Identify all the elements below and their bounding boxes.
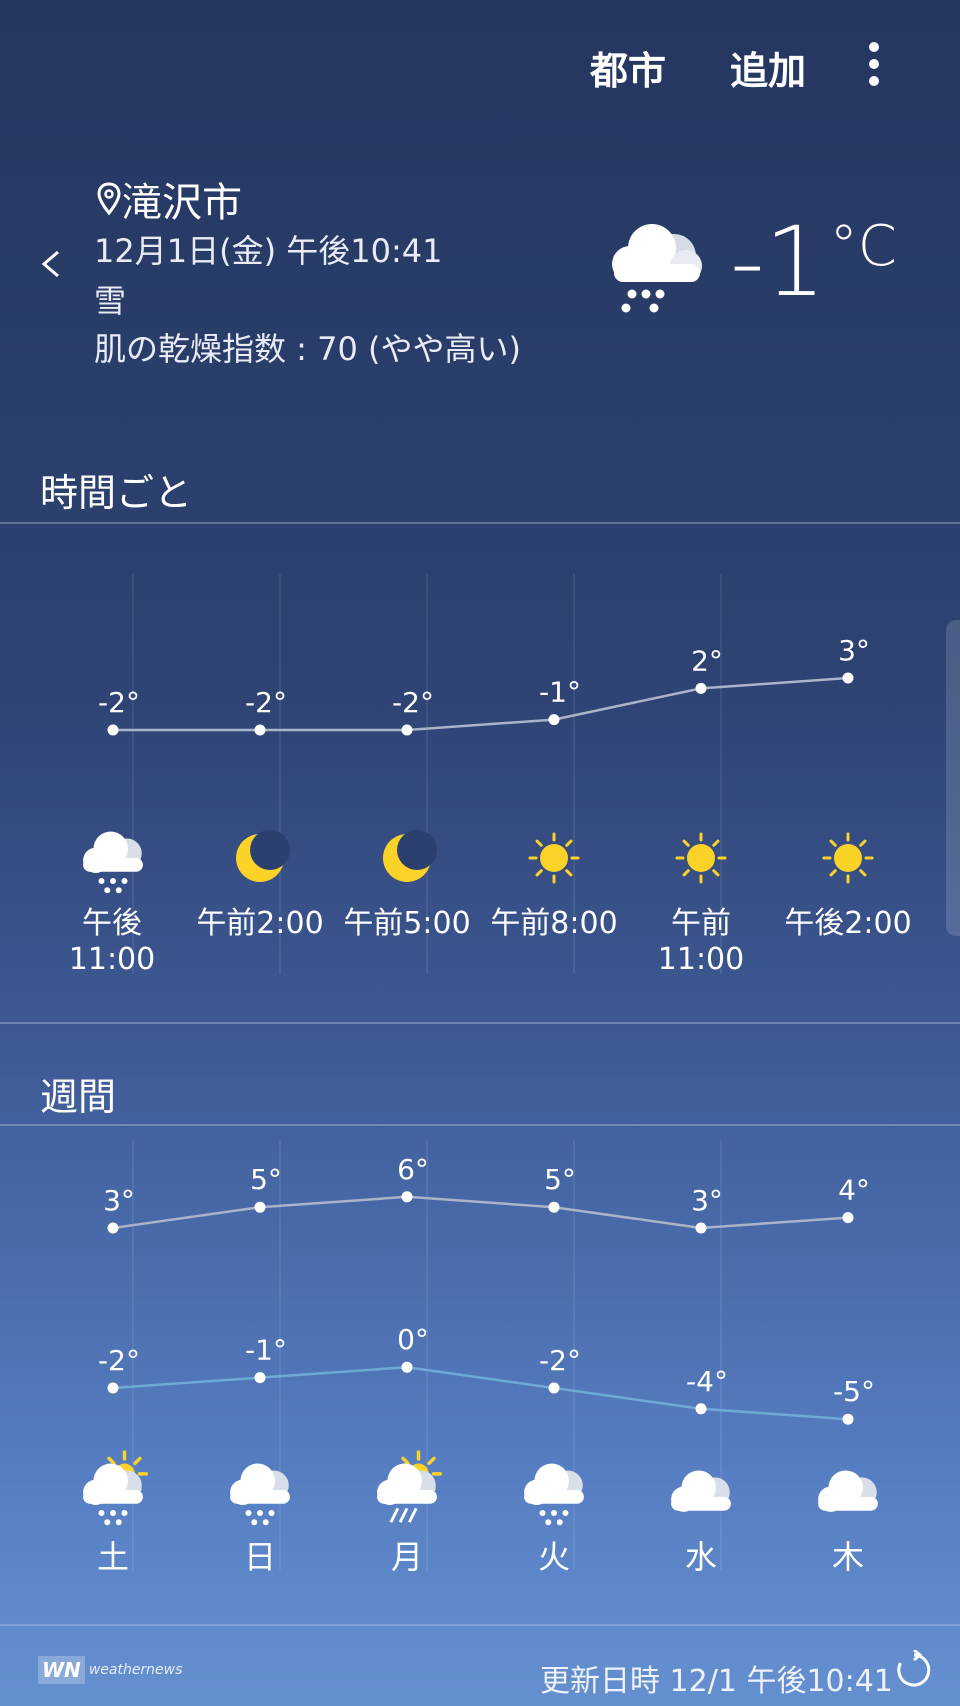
hourly-temp-label: -2° [392,686,434,719]
hourly-time-label: 午後2:00 [784,906,912,941]
weekly-low-label: -1° [245,1334,287,1367]
location-row: 滝沢市 [96,170,242,228]
hourly-time-label: 午前2:00 [196,906,324,941]
weekly-day-label: 月 [390,1538,423,1576]
moon-icon [236,830,290,882]
updated-time: 更新日時 12/1 午後10:41 [540,1664,893,1699]
hourly-temp-label: 3° [838,634,870,667]
weekly-low-point [695,1403,707,1415]
hourly-time-label: 午前8:00 [490,906,618,941]
hourly-temp-point [548,714,560,726]
hourly-bottom-divider [0,1022,960,1024]
weekly-low-point [548,1382,560,1394]
weekly-day-label: 水 [684,1538,717,1576]
current-temperature-value: -1 [730,206,826,318]
temperature-unit: °C [829,214,897,279]
weekly-high-line [112,1195,849,1230]
hourly-title: 時間ごと [40,471,193,515]
add-button[interactable]: 追加 [730,40,806,95]
current-condition: 雪 [94,282,127,320]
hourly-temp-point [842,672,854,684]
weekly-low-point [254,1372,266,1384]
logo-brand: weathernews [88,1662,183,1678]
hourly-time-label: 午前11:00 [657,906,745,977]
weekly-high-point [842,1212,854,1224]
current-datetime: 12月1日(金) 午後10:41 [94,232,443,270]
hourly-temp-label: -1° [539,676,581,709]
hourly-temp-point [107,724,119,736]
footer: WN weathernews 更新日時 12/1 午後10:41 [0,1626,960,1706]
weekly-high-label: 5° [250,1163,282,1196]
current-temperature: -1°C [730,206,897,318]
weekly-high-label: 3° [103,1184,135,1217]
hourly-temp-line [113,676,849,732]
moon-icon [383,830,437,882]
cloud-icon [818,1470,878,1512]
logo-mark: WN [38,1656,85,1684]
current-weather: 滝沢市 12月1日(金) 午後10:41 雪 肌の乾燥指数 : 70 (やや高い… [0,160,960,380]
weekly-high-label: 4° [838,1174,870,1207]
weekly-low-label: 0° [397,1323,429,1356]
weekly-high-label: 3° [691,1184,723,1217]
location-name: 滝沢市 [122,180,242,226]
weekly-low-label: -5° [833,1375,875,1408]
hourly-temp-point [401,724,413,736]
location-pin-icon [97,182,121,216]
weekly-low-label: -4° [686,1365,728,1398]
weekly-low-label: -2° [98,1344,140,1377]
weekly-high-label: 5° [544,1163,576,1196]
weekly-low-label: -2° [539,1344,581,1377]
back-arrow-icon[interactable] [38,250,66,278]
hourly-time-label: 午前5:00 [343,906,471,941]
weekly-high-point [107,1222,119,1234]
hourly-temp-label: -2° [98,686,140,719]
skin-dryness-index: 肌の乾燥指数 : 70 (やや高い) [94,330,521,368]
weekly-day-label: 日 [243,1538,276,1576]
weekly-chart: 3° -2° 5° -1° 6° 0° 5° -2° 3° -4° 4° -5° [83,1140,878,1570]
hourly-temp-label: 2° [691,644,723,677]
hourly-temp-point [254,724,266,736]
city-button[interactable]: 都市 [590,40,666,95]
scroll-indicator[interactable] [946,620,960,936]
weekly-high-point [695,1222,707,1234]
weekly-low-point [842,1413,854,1425]
hourly-divider [0,522,960,524]
snow-cloud-icon [612,224,702,313]
weekly-low-point [107,1382,119,1394]
weekly-low-point [401,1361,413,1373]
rain-sun-icon [377,1450,443,1523]
weekly-day-label: 木 [831,1538,864,1576]
weekly-low-line [112,1365,849,1421]
weekly-day-label: 火 [537,1538,570,1576]
refresh-icon[interactable] [894,1650,934,1690]
snow-sun-icon [83,1450,149,1526]
weekly-high-point [254,1201,266,1213]
weekly-high-point [548,1201,560,1213]
top-bar: 都市 追加 [0,0,960,130]
hourly-temp-point [695,682,707,694]
weathernews-logo[interactable]: WN weathernews [38,1656,182,1684]
hourly-time-label: 午後11:00 [68,906,156,977]
weekly-day-label: 土 [96,1538,129,1576]
weekly-divider [0,1124,960,1126]
sun-icon [528,832,580,884]
weekly-high-point [401,1191,413,1203]
sun-icon [822,832,874,884]
sun-icon [675,832,727,884]
hourly-temp-label: -2° [245,686,287,719]
weekly-high-label: 6° [397,1153,429,1186]
weekly-title: 週間 [40,1075,117,1119]
more-options-icon[interactable] [862,42,886,88]
